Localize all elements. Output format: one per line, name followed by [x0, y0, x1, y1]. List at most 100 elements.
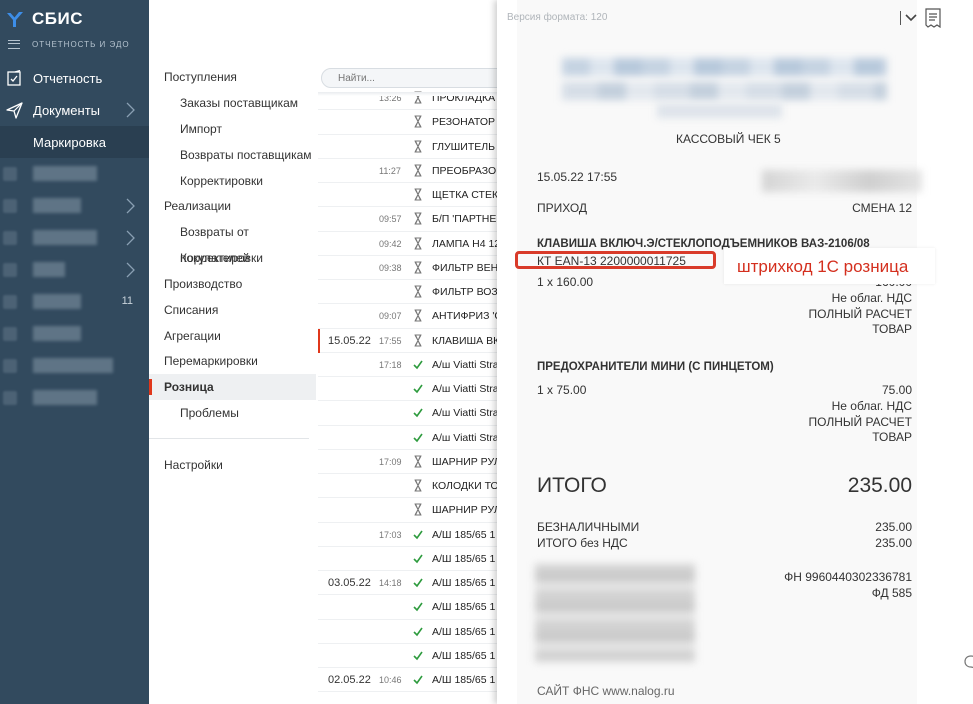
table-row[interactable]: 02.05.22 10:46 А/Ш 185/65 1 — [318, 668, 500, 693]
table-row[interactable]: А/ш Viatti Stra — [318, 377, 500, 402]
row-product-name: ШАРНИР РУЛ — [432, 455, 500, 468]
hourglass-icon — [414, 503, 422, 516]
submenu-item-write-offs[interactable]: Списания — [149, 297, 316, 323]
submenu-item-sales[interactable]: Реализации — [149, 193, 316, 219]
row-product-name: А/Ш 185/65 1 — [432, 577, 496, 589]
table-row[interactable]: РЕЗОНАТОР Д — [318, 110, 500, 135]
submenu-divider — [149, 438, 309, 439]
chevron-right-icon — [126, 230, 135, 246]
app-subtitle: ОТЧЕТНОСТЬ И ЭДО — [8, 40, 130, 49]
row-product-name: А/Ш 185/65 1 — [432, 528, 496, 541]
row-product-name: КОЛОДКИ ТО — [432, 480, 499, 492]
barcode-callout: штрихкод 1С розница — [724, 248, 935, 284]
toolbar-separator — [900, 11, 901, 25]
search-input[interactable] — [321, 68, 507, 88]
submenu-item-corrections[interactable]: Корректировки — [149, 168, 316, 194]
item1-vat: Не облаг. НДС — [831, 291, 912, 305]
blurred-inn — [762, 170, 922, 192]
item1-qty: 1 x 160.00 — [537, 275, 594, 289]
row-product-name: ФИЛЬТР ВЕНТ — [432, 261, 500, 274]
nav-item-documents[interactable]: Документы — [0, 94, 149, 126]
hidden-icon — [3, 199, 17, 213]
nav-item-hidden[interactable] — [0, 350, 149, 382]
table-row[interactable]: 17:18 А/ш Viatti Stra — [318, 353, 500, 377]
table-row[interactable]: ФИЛЬТР ВОЗД — [318, 280, 500, 305]
submenu-item-import[interactable]: Импорт — [149, 116, 316, 142]
table-row[interactable]: 09:07 АНТИФРИЗ 'С — [318, 304, 500, 329]
nav-item-marking[interactable]: Маркировка — [0, 126, 149, 158]
submenu-item-supplier-orders[interactable]: Заказы поставщикам — [149, 90, 316, 116]
table-row[interactable]: А/ш Viatti Stra — [318, 401, 500, 426]
item2-qty: 1 x 75.00 — [537, 383, 587, 397]
nav-item-hidden[interactable] — [0, 222, 149, 254]
table-row[interactable]: А/Ш 185/65 1 — [318, 644, 500, 668]
row-time: 09:07 — [379, 311, 402, 322]
receipt-shift: СМЕНА 12 — [852, 201, 912, 215]
fiscal-storage-number: ФН 9960440302336781 — [784, 570, 912, 584]
submenu-item-customer-returns[interactable]: Возвраты от покупателей — [149, 219, 316, 265]
table-row[interactable]: 09:38 ФИЛЬТР ВЕНТ — [318, 256, 500, 280]
table-row[interactable]: 15.05.22 17:55 КЛАВИША ВК — [318, 328, 500, 353]
table-row[interactable]: 03.05.22 14:18 А/Ш 185/65 1 — [318, 571, 500, 596]
row-time: 09:57 — [379, 214, 402, 225]
submenu-item-settings[interactable]: Настройки — [149, 452, 316, 478]
nav-item-hidden[interactable]: 11 — [0, 286, 149, 318]
table-row[interactable]: А/ш Viatti Stra — [318, 426, 500, 450]
chevron-down-icon[interactable] — [904, 13, 918, 23]
nav-item-hidden[interactable] — [0, 382, 149, 414]
row-product-name: А/Ш 185/65 1 — [432, 625, 496, 638]
table-row[interactable]: ЩЕТКА СТЕКЛ — [318, 183, 500, 208]
checkmark-icon — [413, 360, 423, 369]
submenu-item-sales-corrections[interactable]: Корректировки — [149, 245, 316, 271]
table-row[interactable]: А/Ш 185/65 1 — [318, 595, 500, 620]
row-product-name: А/Ш 185/65 1 — [432, 649, 496, 662]
nav-item-hidden[interactable] — [0, 158, 149, 190]
hourglass-icon — [414, 309, 422, 322]
hidden-label — [33, 390, 97, 405]
hourglass-icon — [414, 334, 422, 346]
submenu-item-incoming[interactable]: Поступления — [149, 64, 316, 90]
table-row[interactable]: 09:57 Б/П 'ПАРТНЕР — [318, 207, 500, 232]
no-vat-label: ИТОГО без НДС — [537, 536, 628, 550]
submenu-item-supplier-returns[interactable]: Возвраты поставщикам — [149, 142, 316, 168]
row-time: 09:38 — [379, 262, 402, 273]
right-edge-strip — [950, 0, 973, 704]
hidden-label — [33, 230, 97, 245]
submenu-item-aggregations[interactable]: Агрегации — [149, 323, 316, 349]
table-row[interactable]: ГЛУШИТЕЛЬ К — [318, 135, 500, 159]
row-product-name: А/Ш 185/65 1 — [432, 674, 496, 686]
row-product-name: А/ш Viatti Stra — [432, 383, 499, 395]
table-row[interactable]: 13:26 ПРОКЛАДКА Ф — [318, 86, 500, 111]
checkmark-icon — [413, 578, 423, 588]
receipt-operation: ПРИХОД — [537, 201, 588, 215]
checkmark-icon — [413, 433, 423, 442]
cashless-value: 235.00 — [875, 520, 912, 534]
table-row[interactable]: А/Ш 185/65 1 — [318, 620, 500, 644]
table-row[interactable]: 11:27 ПРЕОБРАЗОВА — [318, 159, 500, 183]
table-row[interactable]: 17:03 А/Ш 185/65 1 — [318, 523, 500, 547]
hamburger-menu-icon[interactable] — [8, 40, 20, 49]
app-logo[interactable]: СБИС — [6, 9, 83, 29]
submenu-item-production[interactable]: Производство — [149, 271, 316, 297]
nav-item-hidden[interactable] — [0, 190, 149, 222]
hourglass-icon — [414, 164, 422, 177]
row-product-name: ЛАМПА Н4 12 — [432, 237, 500, 250]
submenu-item-remarking[interactable]: Перемаркировки — [149, 348, 316, 374]
receipt-icon[interactable] — [924, 8, 942, 28]
submenu-item-retail[interactable]: Розница — [149, 374, 316, 400]
hidden-icon — [3, 263, 17, 277]
chat-bubble-icon[interactable] — [964, 655, 973, 669]
table-row[interactable]: 17:09 ШАРНИР РУЛ — [318, 450, 500, 474]
app-subtitle-text: ОТЧЕТНОСТЬ И ЭДО — [32, 40, 130, 49]
table-row[interactable]: ШАРНИР РУЛ — [318, 498, 500, 523]
item2-kind: ТОВАР — [872, 430, 912, 444]
nav-item-hidden[interactable] — [0, 318, 149, 350]
table-row[interactable]: КОЛОДКИ ТО — [318, 474, 500, 499]
checkmark-icon — [413, 384, 423, 394]
checkmark-icon — [413, 675, 423, 685]
nav-item-hidden[interactable] — [0, 254, 149, 286]
submenu-item-problems[interactable]: Проблемы — [149, 400, 316, 426]
nav-item-reporting[interactable]: Отчетность — [0, 62, 149, 94]
table-row[interactable]: А/Ш 185/65 1 — [318, 547, 500, 571]
table-row[interactable]: 09:42 ЛАМПА Н4 12 — [318, 232, 500, 256]
